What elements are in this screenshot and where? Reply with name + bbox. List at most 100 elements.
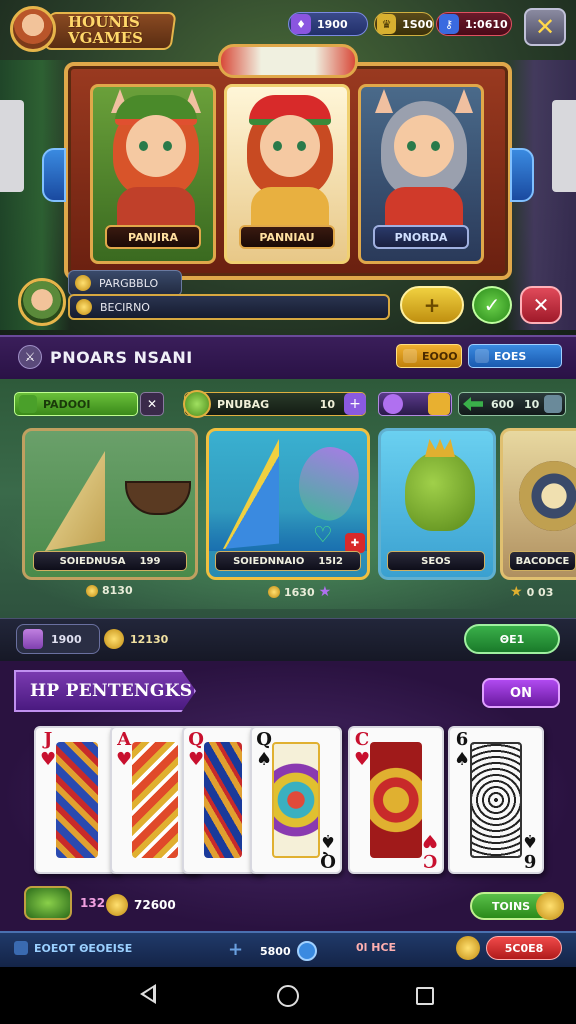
stat-2-label: PNUBAG [217,397,270,411]
character-card-3[interactable]: PNORDA [358,84,484,264]
stat-1-close-button[interactable]: ✕ [140,392,164,416]
confirm-button[interactable]: ✓ [472,286,512,324]
gift-icon[interactable] [428,393,450,415]
coin-icon [86,584,98,597]
coins-button[interactable]: TOINS [470,892,564,920]
coin-icon [76,299,92,315]
orange-pill-button[interactable]: EOOO [396,344,462,368]
back-icon-inner [144,988,153,1000]
monster-art [405,451,475,531]
game-1-title: SOIEDNUSA [59,555,126,567]
heart-suit-icon: ♥ [40,749,57,770]
character-eye [139,141,148,151]
coin-icon [536,892,564,920]
card-rank-bottom: Q ♠ [319,830,336,871]
playing-card-1[interactable]: J ♥ [34,726,120,874]
add-button[interactable]: + [400,286,464,324]
spade-suit-icon: ♠ [319,830,336,851]
bottom-left-label: EOEOT ΘEOEISE [34,941,133,955]
character-eye [297,141,306,151]
stat-badge-4[interactable]: 600 10 [458,392,566,416]
card-art [132,742,178,858]
card-art [56,742,98,858]
stat-4-b: 10 [523,397,540,411]
key-value: 1:0610 [465,17,508,31]
wheel-art [519,461,576,531]
section-title: PNOARS NSANI [50,348,193,367]
coin-icon [104,629,124,649]
bottom-mid-label: 5800 [260,944,291,958]
gem-counter[interactable]: ♦ 1900 [288,12,368,36]
trophy-icon [475,349,489,363]
game-logo: HOUNIS VGAMES [10,6,177,52]
gem-value: 1900 [317,17,348,31]
orb-icon [383,394,403,414]
gold-counter[interactable]: ♛ 1S00 [374,12,434,36]
game-2-title: SOIEDNNAIO [233,555,305,567]
plus-icon[interactable]: + [228,939,246,960]
game-3-title: SEOS [421,555,451,567]
cards-coins: 72600 [106,894,176,916]
sword-icon: ⚔ [18,345,42,369]
deck-icon[interactable] [24,886,72,920]
close-button[interactable]: ✕ [524,8,566,46]
key-counter[interactable]: ⚷ 1:0610 [436,12,512,36]
game-card-label: SOIEDNNAIO 15I2 [215,551,361,571]
crown-icon [425,439,455,457]
bottom-mid-item[interactable]: 5800 [260,941,317,961]
stat-1-label: PADOOI [43,397,91,411]
info-line-2: BECIRNO [100,300,150,314]
star-coin-icon[interactable] [456,936,480,960]
frame-ribbon [218,44,358,78]
star-icon: ★ [318,584,332,600]
coin-value: 12130 [130,632,169,646]
prev-arrow-button[interactable] [42,148,66,202]
game-card-3[interactable]: SEOS [378,428,496,580]
playing-card-6[interactable]: 6 ♠ 6 ♠ [448,726,544,874]
play-button[interactable]: ΘE1 [464,624,560,654]
fire-button[interactable]: 5C0E8 [486,936,562,960]
card-rank-top: A ♥ [116,729,133,770]
recent-apps-icon[interactable] [416,987,434,1005]
gem-icon: ♦ [291,14,311,34]
stat-2-plus-button[interactable]: + [344,393,366,415]
character-face [126,115,186,177]
character-card-1[interactable]: PANJIRA [90,84,216,264]
game-screen: HOUNIS VGAMES ♦ 1900 ♛ 1S00 ⚷ 1:0610 ✕ P… [0,0,576,1024]
on-toggle-button[interactable]: ON [482,678,560,708]
game-card-4[interactable]: BACODCE [500,428,576,580]
character-name: PANJIRA [105,225,201,249]
home-icon[interactable] [277,985,299,1007]
side-tab-right[interactable] [552,100,576,192]
game-card-2[interactable]: ♡ ✚ SOIEDNNAIO 15I2 [206,428,370,580]
playing-card-4[interactable]: Q ♠ Q ♠ [250,726,342,874]
card-art [272,742,320,858]
sailboat-art [45,451,105,551]
card-rank-bottom: 6 ♠ [521,830,538,871]
next-arrow-button[interactable] [510,148,534,202]
heart-suit-icon: ♥ [116,749,133,770]
info-bar-top: PARGBBLO [68,270,182,296]
player-avatar[interactable] [18,278,66,326]
stat-badge-2[interactable]: PNUBAG 10 [183,390,366,418]
stat-2-value: 10 [319,397,335,411]
ticket-chip[interactable]: 1900 [16,624,100,654]
game-card-1[interactable]: SOIEDNUSA 199 [22,428,198,580]
bottom-left-item[interactable]: EOEOT ΘEOEISE [14,941,132,955]
stat-badge-1[interactable]: PADOOI [14,392,138,416]
ticket-icon [23,629,43,649]
character-card-2[interactable]: PANNIAU [224,84,350,264]
side-tab-left[interactable] [0,100,24,192]
game-card-label: SOIEDNUSA 199 [33,551,187,571]
character-eye [407,141,416,151]
cancel-button[interactable]: ✕ [520,286,562,324]
playing-card-5[interactable]: C ♥ C ♥ [348,726,444,874]
game-2-reward: 1630 ★ [268,584,331,600]
logo-avatar-icon [10,6,56,52]
game-1-num: 199 [139,555,161,567]
logo-text: HOUNIS VGAMES [68,13,143,47]
blue-pill-button[interactable]: EOES [468,344,562,368]
card-rank-bottom: C ♥ [421,830,438,871]
arrow-icon [463,397,483,411]
coin-chip[interactable]: 12130 [104,624,188,654]
